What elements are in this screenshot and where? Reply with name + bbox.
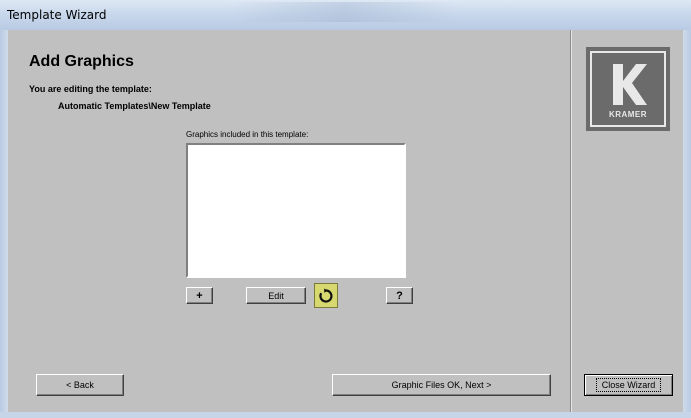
template-path: Automatic Templates\New Template [58,101,211,111]
wizard-dialog: Add Graphics You are editing the templat… [8,30,683,412]
editing-label: You are editing the template: [29,84,152,94]
refresh-button[interactable] [314,283,338,308]
graphics-list-label: Graphics included in this template: [186,130,309,139]
window-frame-left [0,30,8,418]
close-wizard-button[interactable]: Close Wizard [584,374,673,396]
graphics-list[interactable] [186,143,406,278]
back-button[interactable]: < Back [36,374,124,396]
page-title: Add Graphics [29,53,134,70]
window-title: Template Wizard [7,8,107,22]
refresh-icon [319,288,333,303]
logo-text: KRAMER [608,110,648,119]
next-button[interactable]: Graphic Files OK, Next > [332,374,551,396]
help-button[interactable]: ? [386,287,413,304]
title-bar[interactable]: Template Wizard [0,0,691,31]
edit-graphic-button[interactable]: Edit [246,287,306,304]
close-wizard-label: Close Wizard [595,378,662,392]
window-frame-bottom [0,412,691,418]
window-frame-right [683,30,691,418]
vertical-divider [570,30,571,412]
title-bar-background [230,2,460,22]
kramer-logo: KRAMER [586,47,670,131]
add-graphic-button[interactable]: + [186,287,213,304]
